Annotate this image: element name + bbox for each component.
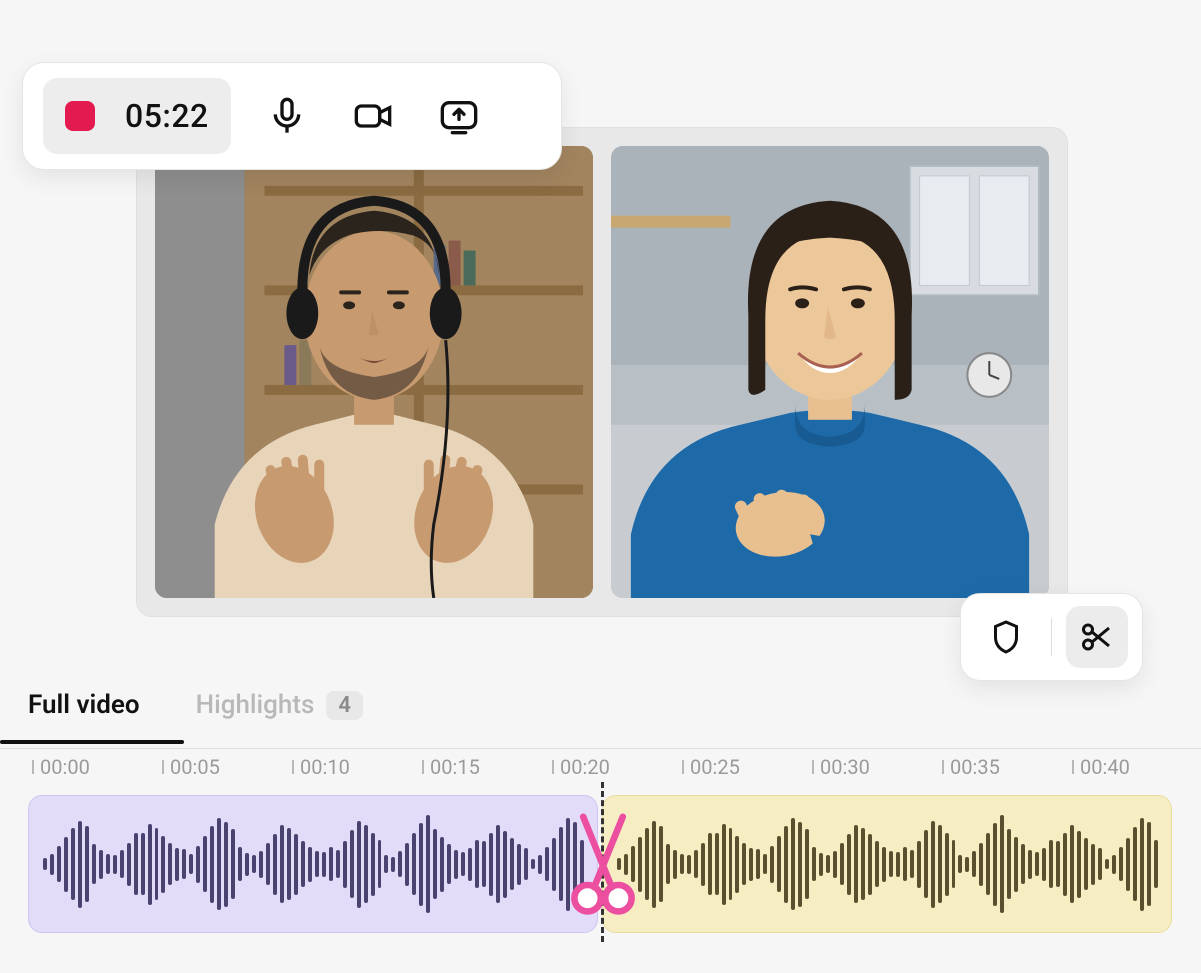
highlights-count-badge: 4 xyxy=(326,691,363,720)
tab-highlights[interactable]: Highlights 4 xyxy=(196,690,363,736)
tab-label: Highlights xyxy=(196,690,315,720)
camera-icon xyxy=(353,96,393,136)
clip-action-card xyxy=(960,593,1143,681)
tab-label: Full video xyxy=(28,690,140,720)
ruler-tick: 00:10 xyxy=(292,755,350,779)
ruler-tick: 00:00 xyxy=(32,755,90,779)
screenshare-icon xyxy=(439,96,479,136)
video-call-frame xyxy=(136,127,1068,617)
ruler-tick: 00:30 xyxy=(812,755,870,779)
waveform xyxy=(29,796,597,932)
participant-tile-2[interactable] xyxy=(611,146,1049,598)
tab-full-video[interactable]: Full video xyxy=(28,690,140,736)
shield-icon xyxy=(988,619,1024,655)
cut-button[interactable] xyxy=(1066,606,1128,668)
timeline-tabs: Full video Highlights 4 xyxy=(28,690,363,736)
clip-segment-1[interactable] xyxy=(28,795,598,933)
waveform xyxy=(603,796,1171,932)
tag-button[interactable] xyxy=(975,606,1037,668)
timeline-track[interactable] xyxy=(28,795,1172,933)
ruler-tick: 00:05 xyxy=(162,755,220,779)
clip-segment-2[interactable] xyxy=(602,795,1172,933)
timeline-ruler[interactable]: 00:00 00:05 00:10 00:15 00:20 00:25 00:30 00:35… xyxy=(0,748,1201,784)
ruler-tick: 00:35 xyxy=(942,755,1000,779)
microphone-button[interactable] xyxy=(257,86,317,146)
split-playhead[interactable] xyxy=(601,782,604,942)
scissors-icon xyxy=(1079,619,1115,655)
participant-tile-1[interactable] xyxy=(155,146,593,598)
ruler-tick: 00:40 xyxy=(1072,755,1130,779)
ruler-tick: 00:20 xyxy=(552,755,610,779)
ruler-tick: 00:25 xyxy=(682,755,740,779)
record-status-pill[interactable]: 05:22 xyxy=(43,78,231,154)
camera-button[interactable] xyxy=(343,86,403,146)
ruler-tick: 00:15 xyxy=(422,755,480,779)
microphone-icon xyxy=(267,96,307,136)
record-indicator-icon xyxy=(65,101,95,131)
record-elapsed-time: 05:22 xyxy=(125,97,209,135)
active-tab-underline xyxy=(0,740,184,744)
recording-toolbar: 05:22 xyxy=(22,62,562,170)
divider xyxy=(1051,618,1052,656)
screenshare-button[interactable] xyxy=(429,86,489,146)
